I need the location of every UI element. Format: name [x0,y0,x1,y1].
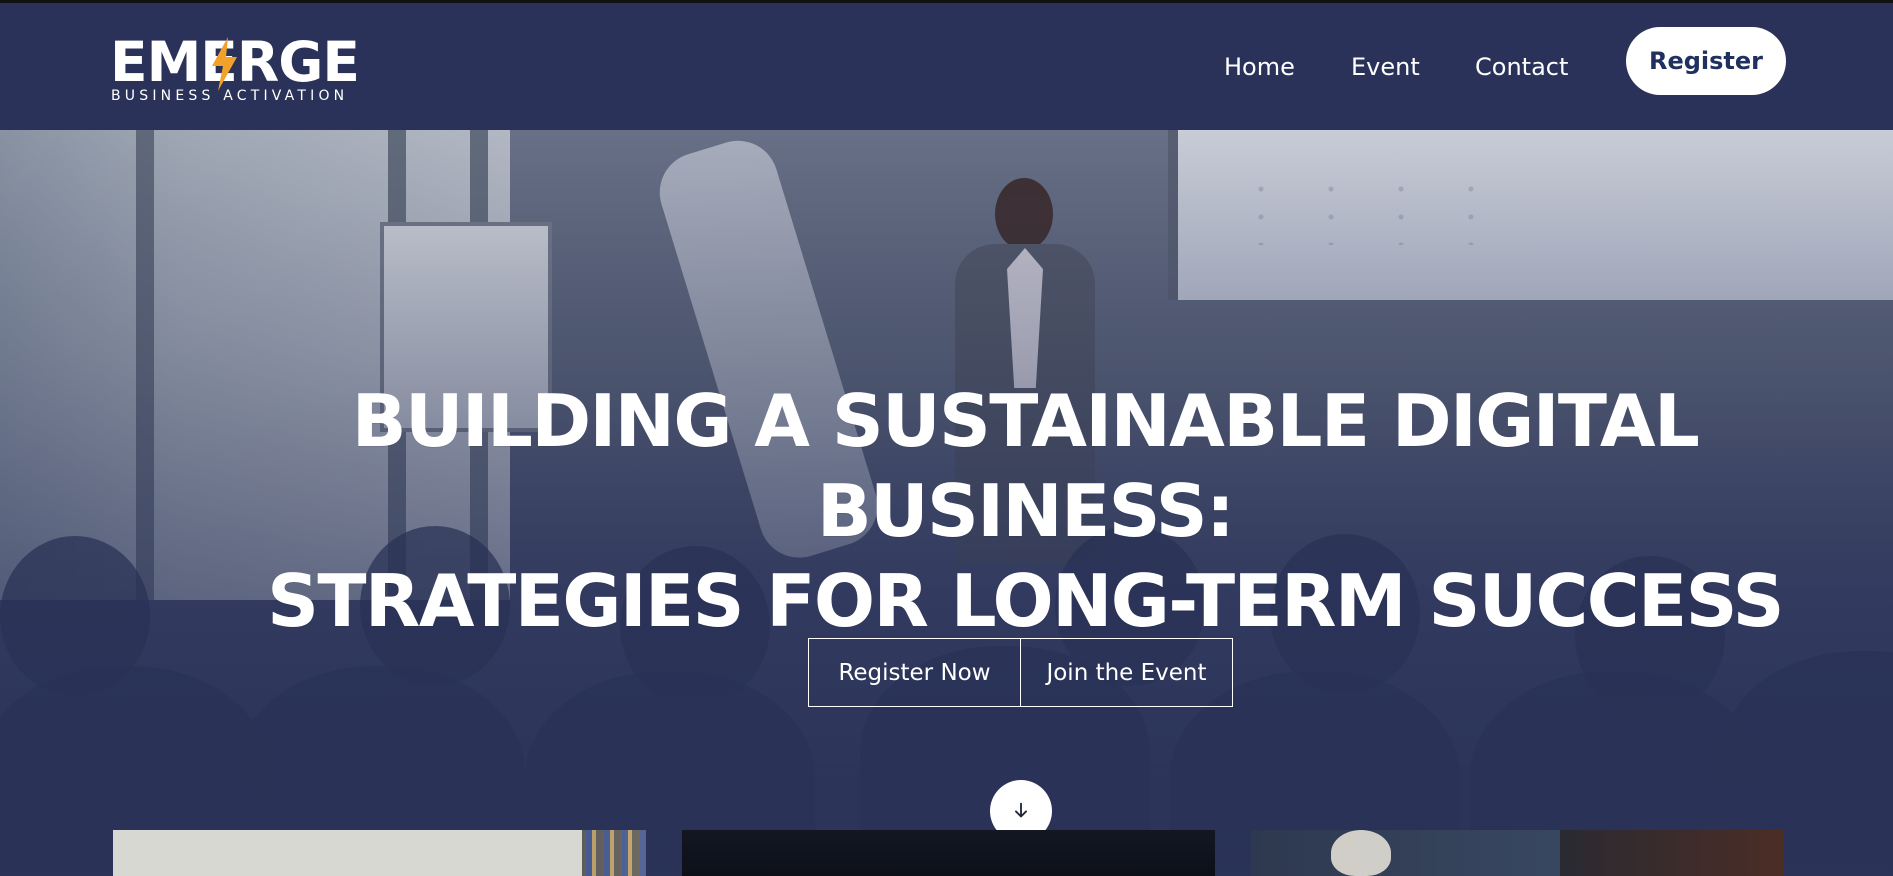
lightning-bolt-icon [212,37,237,91]
top-border [0,0,1893,3]
preview-image-detail [586,830,646,876]
hero-title-line-1: BUILDING A SUSTAINABLE DIGITAL BUSINESS: [351,379,1700,553]
preview-cards [0,830,1893,876]
join-event-button[interactable]: Join the Event [1020,639,1232,706]
brand-logo[interactable]: EMERGE BUSINESS ACTIVATION [110,35,360,105]
nav-contact-link[interactable]: Contact [1475,53,1568,81]
register-now-button[interactable]: Register Now [809,639,1020,706]
site-header: EMERGE BUSINESS ACTIVATION Home Event Co… [0,3,1893,130]
register-button[interactable]: Register [1626,27,1786,95]
preview-image-detail [1331,830,1391,876]
preview-card[interactable] [682,830,1215,876]
nav-home-link[interactable]: Home [1224,53,1295,81]
preview-card[interactable] [1251,830,1784,876]
logo-subtitle: BUSINESS ACTIVATION [111,88,349,104]
hero-action-group: Register Now Join the Event [808,638,1233,707]
hero-title: BUILDING A SUSTAINABLE DIGITAL BUSINESS:… [205,376,1845,646]
arrow-down-icon [1015,802,1027,818]
landing-page: EMERGE BUSINESS ACTIVATION Home Event Co… [0,0,1893,876]
preview-card[interactable] [113,830,646,876]
main-nav: Home Event Contact Register [1133,3,1893,130]
hero-title-line-2: STRATEGIES FOR LONG-TERM SUCCESS [267,559,1784,643]
nav-event-link[interactable]: Event [1351,53,1420,81]
hero-section: BUILDING A SUSTAINABLE DIGITAL BUSINESS:… [0,130,1893,876]
